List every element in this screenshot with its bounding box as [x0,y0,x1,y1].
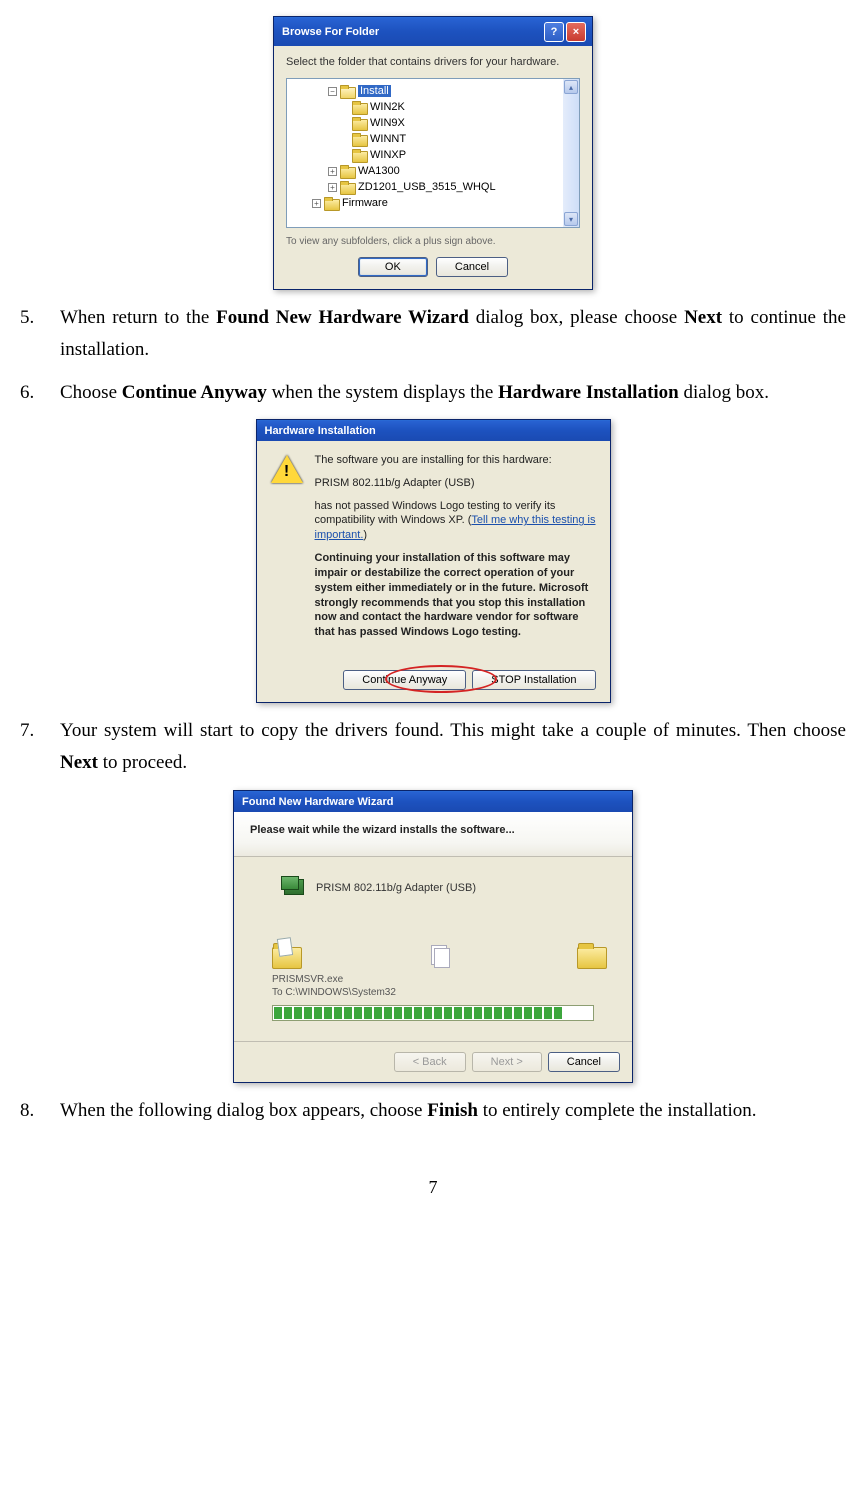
back-button: < Back [394,1052,466,1072]
tree-node[interactable]: WIN9X [370,117,405,129]
source-folder-icon [272,941,301,969]
browse-note: To view any subfolders, click a plus sig… [286,236,580,247]
hw-install-titlebar: Hardware Installation [257,420,610,441]
folder-open-icon [340,85,354,97]
folder-icon [352,133,366,145]
continue-anyway-button[interactable]: Continue Anyway [343,670,466,690]
device-row: PRISM 802.11b/g Adapter (USB) [280,875,606,901]
ok-button[interactable]: OK [358,257,428,277]
folder-icon [340,181,354,193]
expand-icon[interactable]: + [328,183,337,192]
step-5: 5. When return to the Found New Hardware… [20,302,846,367]
expand-icon[interactable]: + [312,199,321,208]
step-6: 6. Choose Continue Anyway when the syste… [20,377,846,409]
warning-icon [271,453,303,485]
progress-bar [272,1005,594,1021]
step-text: When return to the Found New Hardware Wi… [60,302,846,367]
folder-icon [352,149,366,161]
folder-icon [340,165,354,177]
step-number: 8. [20,1095,60,1127]
folder-icon [352,101,366,113]
wizard-titlebar: Found New Hardware Wizard [234,791,632,812]
page-number: 7 [20,1177,846,1198]
help-button[interactable]: ? [544,22,564,42]
step-text: Choose Continue Anyway when the system d… [60,377,846,409]
tree-node[interactable]: Firmware [342,197,388,209]
tree-node[interactable]: ZD1201_USB_3515_WHQL [358,181,496,193]
found-hardware-wizard-dialog: Found New Hardware Wizard Please wait wh… [233,790,633,1083]
device-chip-icon [280,875,308,901]
wizard-header: Please wait while the wizard installs th… [234,812,632,857]
copy-info: PRISMSVR.exe To C:\WINDOWS\System32 [272,973,606,999]
tree-selected-node[interactable]: Install [358,85,391,97]
scroll-up-icon[interactable]: ▴ [564,80,578,94]
step-number: 5. [20,302,60,367]
scroll-down-icon[interactable]: ▾ [564,212,578,226]
step-7: 7. Your system will start to copy the dr… [20,715,846,780]
step-number: 7. [20,715,60,780]
tree-node[interactable]: WINNT [370,133,406,145]
expand-icon[interactable]: + [328,167,337,176]
folder-tree[interactable]: − Install WIN2K WIN9X WINNT WINXP + WA1300… [286,78,580,228]
folder-icon [324,197,338,209]
dest-folder-icon [577,941,606,969]
collapse-icon[interactable]: − [328,87,337,96]
browse-folder-titlebar: Browse For Folder ? × [274,17,592,46]
stop-installation-button[interactable]: STOP Installation [472,670,595,690]
tree-scrollbar[interactable]: ▴ ▾ [563,79,579,227]
step-8: 8. When the following dialog box appears… [20,1095,846,1127]
hw-install-text: The software you are installing for this… [315,453,596,648]
step-text: When the following dialog box appears, c… [60,1095,846,1127]
folder-icon [352,117,366,129]
browse-folder-dialog: Browse For Folder ? × Select the folder … [273,16,593,290]
browse-folder-title: Browse For Folder [282,26,379,38]
tree-node[interactable]: WA1300 [358,165,400,177]
cancel-button[interactable]: Cancel [436,257,508,277]
titlebar-buttons: ? × [544,22,586,42]
hardware-installation-dialog: Hardware Installation The software you a… [256,419,611,703]
tree-node[interactable]: WINXP [370,149,406,161]
flying-file-icon [431,945,448,969]
next-button: Next > [472,1052,542,1072]
wizard-title: Found New Hardware Wizard [242,796,393,808]
browse-instruction: Select the folder that contains drivers … [286,56,580,68]
tree-node[interactable]: WIN2K [370,101,405,113]
hw-install-title: Hardware Installation [265,425,376,437]
cancel-button[interactable]: Cancel [548,1052,620,1072]
close-button[interactable]: × [566,22,586,42]
step-text: Your system will start to copy the drive… [60,715,846,780]
copy-animation [272,941,606,969]
step-number: 6. [20,377,60,409]
